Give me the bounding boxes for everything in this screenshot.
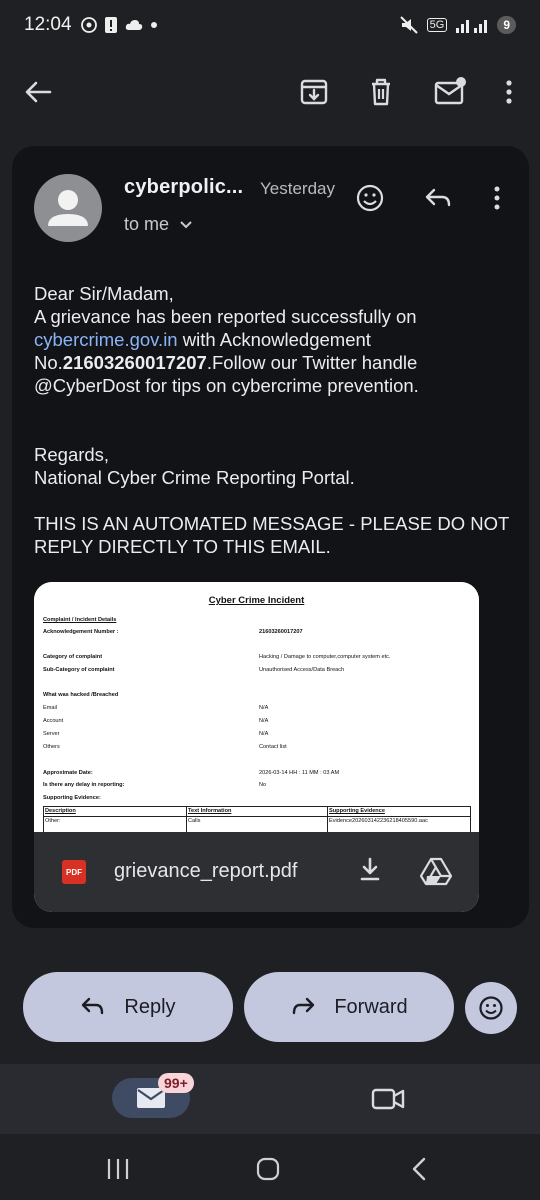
forward-icon <box>293 997 315 1015</box>
pdf-file-icon: PDF <box>62 860 86 884</box>
reply-icon[interactable] <box>422 182 454 214</box>
sender-name[interactable]: cyberpolic... <box>124 176 243 199</box>
attachment-bar[interactable]: PDF grievance_report.pdf <box>34 832 479 912</box>
recipient-label: to me <box>124 214 170 234</box>
pdf-value: Unauthorised Access/Data Breach <box>259 667 345 673</box>
pdf-label: Server <box>43 731 60 737</box>
pdf-value: N/A <box>259 718 269 724</box>
email-paragraph: A grievance has been reported successful… <box>34 305 514 397</box>
pdf-label: What was hacked /Breached <box>43 692 119 698</box>
home-icon[interactable] <box>254 1156 282 1182</box>
pdf-value: Contact list <box>259 744 287 750</box>
pdf-value: N/A <box>259 705 269 711</box>
pdf-label: Approximate Date: <box>43 770 93 776</box>
status-notification-icons <box>80 16 158 34</box>
pdf-preview[interactable]: Cyber Crime Incident Complaint / Inciden… <box>34 582 479 837</box>
pdf-label: Sub-Category of complaint <box>43 667 115 673</box>
body-line: .Follow our Twitter handle <box>206 352 418 373</box>
network-type: 5G <box>426 18 448 32</box>
pdf-label: Category of complaint <box>43 654 103 660</box>
pdf-label: Email <box>43 705 57 711</box>
acknowledgement-number: 21603260017207 <box>62 352 207 373</box>
email-signature: National Cyber Crime Reporting Portal. <box>34 467 355 488</box>
forward-label: Forward <box>334 995 408 1018</box>
body-line: with Acknowledgement <box>177 329 371 350</box>
pdf-table-header: Text Information <box>188 808 232 814</box>
signal-icon <box>456 20 488 33</box>
recent-apps-icon[interactable] <box>104 1156 132 1182</box>
pdf-table-header: Supporting Evidence <box>329 808 385 814</box>
cybercrime-link[interactable]: cybercrime.gov.in <box>34 329 178 350</box>
pdf-label: Account <box>43 718 64 724</box>
pdf-table-cell: Other: <box>45 818 61 824</box>
pdf-label: Supporting Evidence: <box>43 795 101 801</box>
email-body: Dear Sir/Madam, A grievance has been rep… <box>34 282 514 558</box>
status-time: 12:04 <box>24 14 72 35</box>
pdf-label: Others <box>43 744 60 750</box>
automated-notice: THIS IS AN AUTOMATED MESSAGE - PLEASE DO… <box>34 513 509 557</box>
body-line: @CyberDost for tips on cybercrime preven… <box>34 375 419 396</box>
email-date: Yesterday <box>260 179 335 198</box>
recipient-details[interactable]: to me <box>124 214 193 235</box>
pdf-value: Hacking / Damage to computer,computer sy… <box>259 654 391 660</box>
reply-button[interactable]: Reply <box>23 972 233 1042</box>
pdf-title: Cyber Crime Incident <box>208 595 305 606</box>
pdf-value: 21603260017207 <box>259 629 303 635</box>
archive-icon[interactable] <box>296 74 332 110</box>
sender-avatar[interactable] <box>34 174 102 242</box>
body-line: A grievance has been reported successful… <box>34 306 417 327</box>
back-nav-icon[interactable] <box>406 1156 434 1182</box>
chevron-down-icon <box>180 220 192 228</box>
emoji-icon <box>479 996 503 1020</box>
emoji-react-icon[interactable] <box>354 182 386 214</box>
delete-icon[interactable] <box>363 74 399 110</box>
status-bar: 12:04 5G 9 <box>0 0 540 50</box>
pdf-value: N/A <box>259 731 269 737</box>
download-icon[interactable] <box>354 854 386 886</box>
status-system-icons: 5G 9 <box>399 15 516 35</box>
back-arrow-icon[interactable] <box>20 74 56 110</box>
mute-icon <box>399 16 418 34</box>
message-more-icon[interactable] <box>482 182 512 214</box>
attachment-filename[interactable]: grievance_report.pdf <box>114 860 297 883</box>
email-greeting: Dear Sir/Madam, <box>34 283 174 304</box>
cloud-icon <box>125 20 142 30</box>
pdf-table-cell: Calls <box>188 818 201 824</box>
email-toolbar <box>0 60 540 124</box>
drive-icon[interactable] <box>420 854 452 886</box>
pdf-value: 2026-03-14 HH : 11 MM : 03 AM <box>259 770 340 776</box>
battery-indicator: 9 <box>497 16 516 34</box>
pdf-label: Is there any delay in reporting: <box>43 782 125 788</box>
mark-unread-icon[interactable] <box>432 74 468 110</box>
reply-icon <box>82 997 104 1015</box>
ack-prefix: No. <box>34 352 63 373</box>
unread-count-badge: 99+ <box>158 1073 194 1093</box>
email-regards: Regards, <box>34 444 110 465</box>
pdf-label: Acknowledgement Number : <box>43 629 119 635</box>
more-options-icon[interactable] <box>492 74 526 110</box>
bottom-navigation: 99+ <box>0 1064 540 1134</box>
email-message-card: cyberpolic... Yesterday to me Dear Sir/M… <box>12 146 529 928</box>
pdf-section-heading: Complaint / Incident Details <box>43 617 117 623</box>
pdf-table-cell: Evidence202603142236218405590.aac <box>329 818 428 824</box>
person-icon <box>48 190 88 226</box>
dot-icon <box>150 22 157 28</box>
emoji-reaction-button[interactable] <box>465 982 517 1034</box>
pdf-table-header: Description <box>45 808 76 814</box>
reply-label: Reply <box>124 995 176 1018</box>
alert-icon <box>104 17 117 33</box>
pdf-value: No <box>259 782 267 788</box>
whatsapp-icon <box>80 17 97 33</box>
forward-button[interactable]: Forward <box>244 972 454 1042</box>
meet-video-icon[interactable] <box>370 1084 406 1114</box>
attachment-card[interactable]: Cyber Crime Incident Complaint / Inciden… <box>34 582 479 912</box>
system-navigation-bar <box>0 1134 540 1200</box>
